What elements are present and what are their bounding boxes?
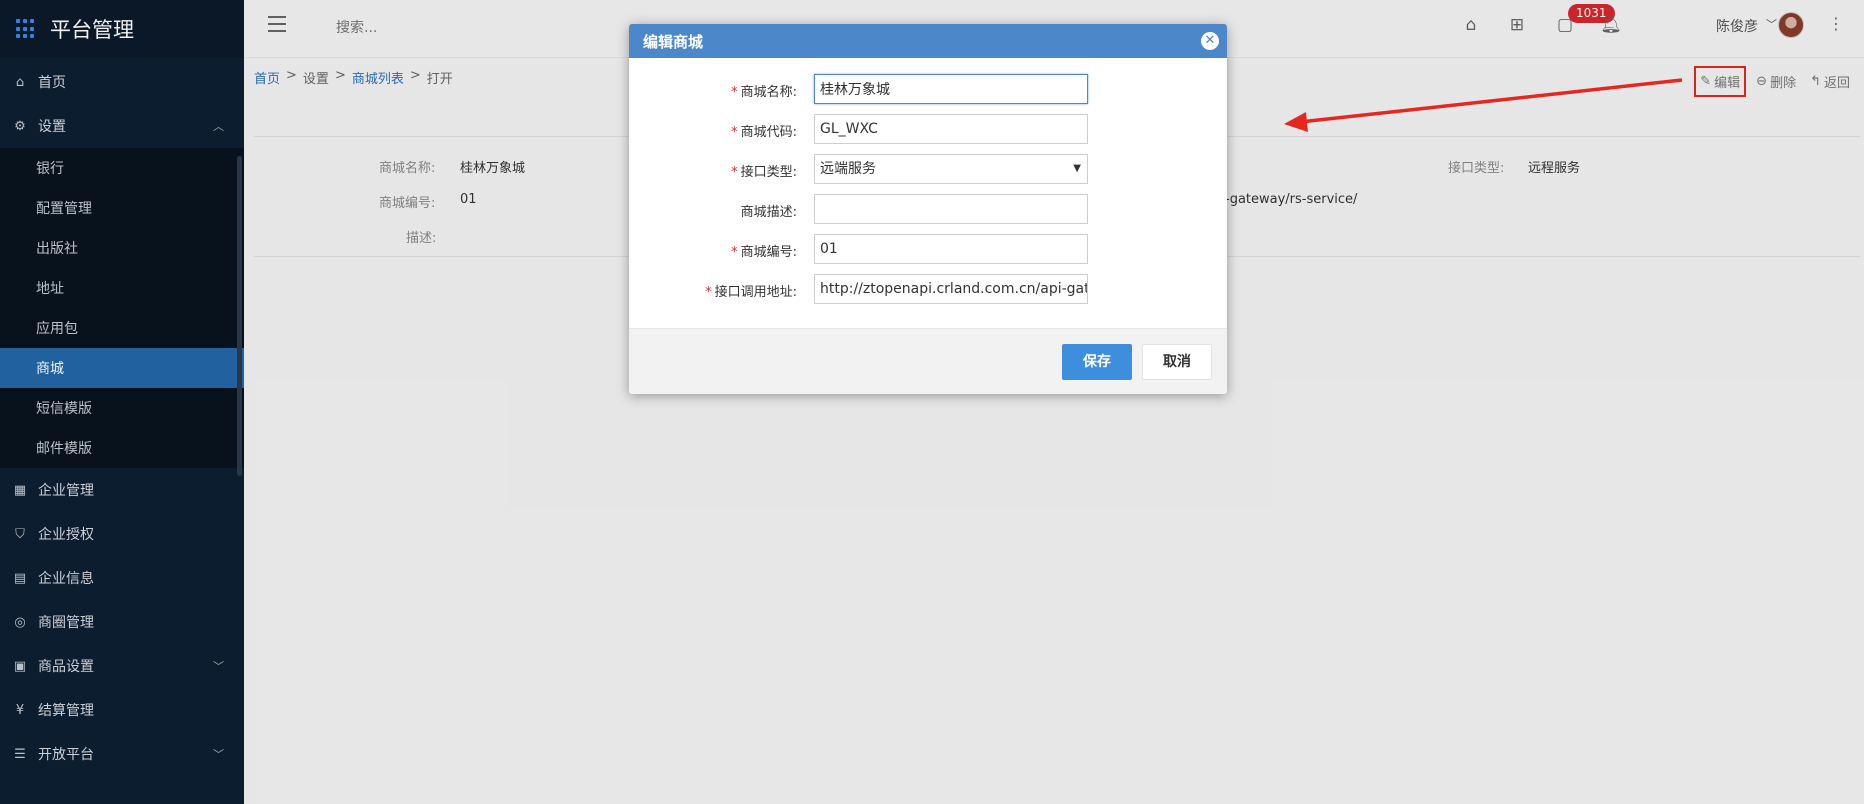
api-type-select[interactable]: 远端服务 ▼ (814, 154, 1088, 184)
mall-code-label: * 商城代码: (731, 125, 797, 140)
close-icon[interactable]: ✕ (1201, 32, 1219, 50)
mall-desc-input[interactable] (814, 194, 1088, 224)
mall-number-label: * 商城编号: (731, 245, 797, 260)
dialog-footer: 保存 取消 (629, 328, 1227, 394)
api-url-label: * 接口调用地址: (705, 285, 797, 300)
form-row-desc: 商城描述: (629, 194, 1227, 226)
cancel-button[interactable]: 取消 (1142, 344, 1212, 380)
dialog-header: 编辑商城 (629, 24, 1227, 58)
api-url-input[interactable] (814, 274, 1088, 304)
mall-code-input[interactable] (814, 114, 1088, 144)
caret-down-icon: ▼ (1073, 163, 1081, 174)
dialog-title: 编辑商城 (643, 32, 704, 51)
form-row-code: * 商城代码: (629, 114, 1227, 146)
mall-name-label: * 商城名称: (731, 85, 797, 100)
form-row-name: * 商城名称: (629, 74, 1227, 106)
mall-name-input[interactable] (814, 74, 1088, 104)
form-row-api-type: * 接口类型: 远端服务 ▼ (629, 154, 1227, 186)
edit-mall-dialog: 编辑商城 ✕ *商城名称: *商城代码: *接口类型: 远端服务 ▼ 商城描述:… (629, 24, 1227, 394)
mall-desc-label: 商城描述: (740, 205, 797, 220)
save-button[interactable]: 保存 (1062, 344, 1132, 380)
api-type-selected: 远端服务 (820, 161, 876, 177)
api-type-label: * 接口类型: (731, 165, 797, 180)
form-row-number: * 商城编号: (629, 234, 1227, 266)
mall-number-input[interactable] (814, 234, 1088, 264)
form-row-api-url: * 接口调用地址: (629, 274, 1227, 306)
